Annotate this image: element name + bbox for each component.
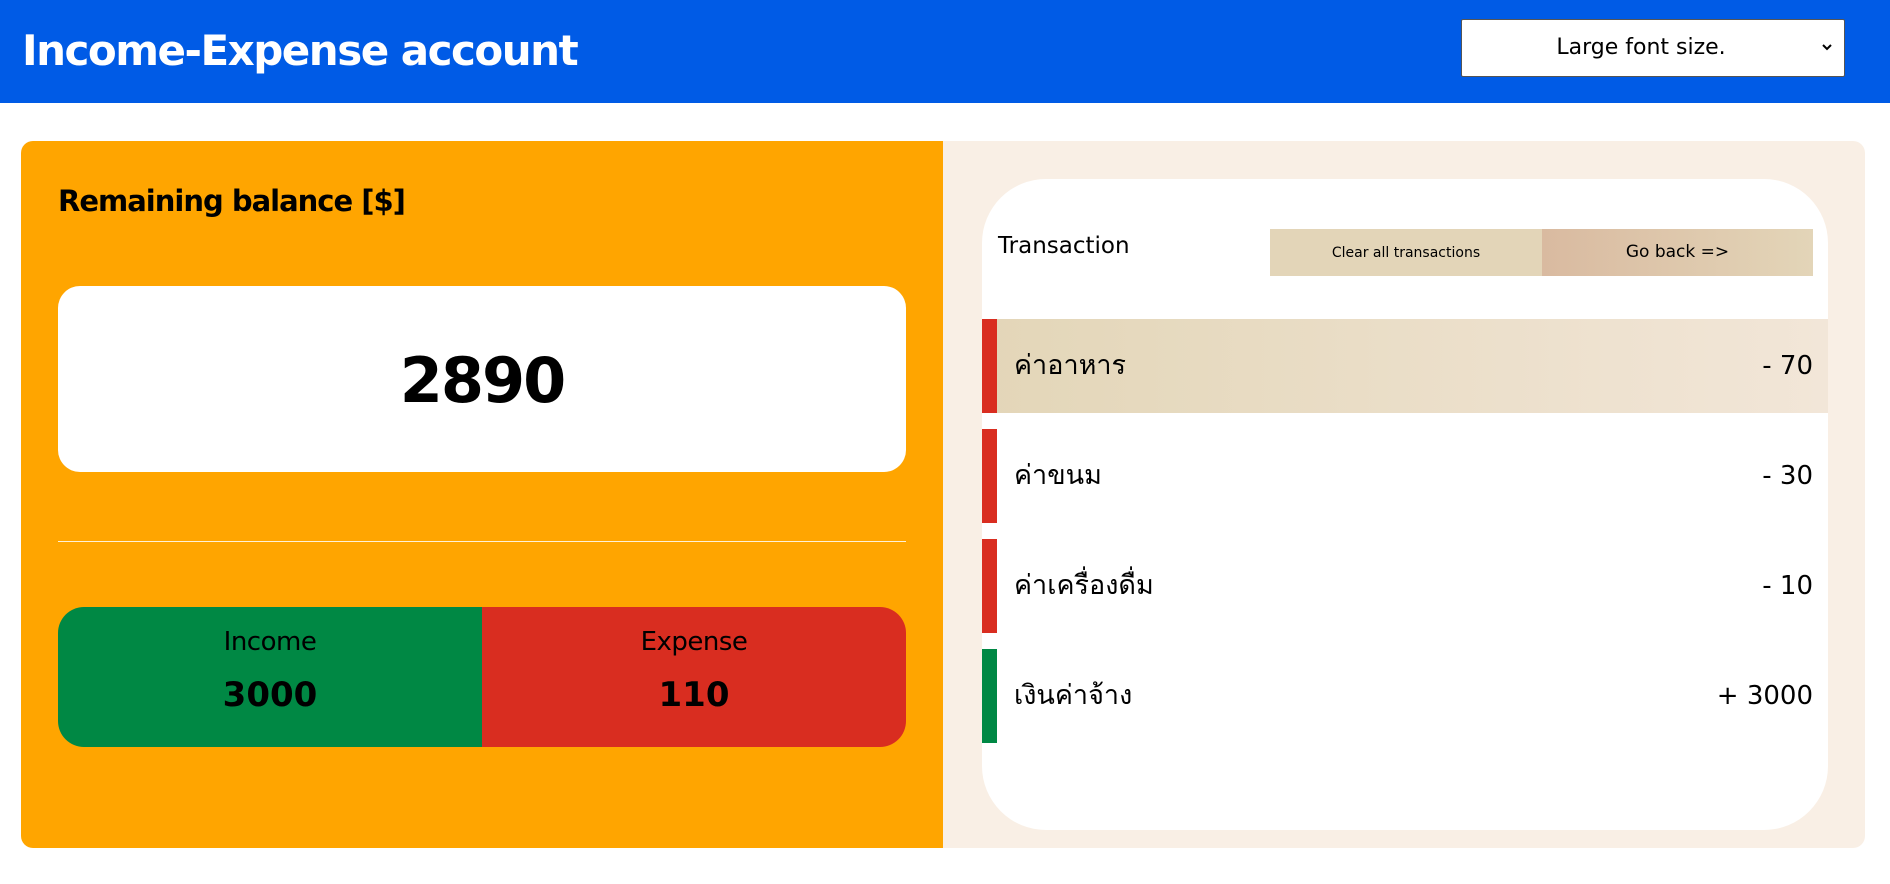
income-label: Income xyxy=(223,627,317,657)
expense-box: Expense 110 xyxy=(482,607,906,747)
income-box: Income 3000 xyxy=(58,607,482,747)
transaction-card: Transaction Clear all transactions Go ba… xyxy=(982,179,1828,830)
income-marker xyxy=(982,649,997,743)
expense-value: 110 xyxy=(658,675,730,715)
balance-box: 2890 xyxy=(58,286,906,472)
clear-all-button[interactable]: Clear all transactions xyxy=(1270,229,1542,276)
transaction-row[interactable]: ค่าเครื่องดื่ม - 10 xyxy=(982,539,1828,633)
transaction-title: Transaction xyxy=(998,233,1130,259)
transaction-amount: - 30 xyxy=(1762,461,1813,491)
income-expense-summary: Income 3000 Expense 110 xyxy=(58,607,906,747)
app-title: Income-Expense account xyxy=(22,26,579,75)
balance-value: 2890 xyxy=(399,344,567,417)
transaction-name: ค่าเครื่องดื่ม xyxy=(1014,570,1154,601)
font-size-select-value: Large font size. xyxy=(1556,35,1726,60)
transaction-row[interactable]: เงินค่าจ้าง + 3000 xyxy=(982,649,1828,743)
transaction-amount: - 10 xyxy=(1762,571,1813,601)
chevron-down-icon xyxy=(1822,44,1832,51)
income-value: 3000 xyxy=(222,675,318,715)
transaction-name: ค่าขนม xyxy=(1014,460,1102,491)
transaction-amount: + 3000 xyxy=(1716,681,1813,711)
expense-marker xyxy=(982,429,997,523)
expense-marker xyxy=(982,539,997,633)
transaction-name: เงินค่าจ้าง xyxy=(1014,680,1133,711)
expense-label: Expense xyxy=(640,627,748,657)
transaction-row[interactable]: ค่าอาหาร - 70 xyxy=(982,319,1828,413)
font-size-select[interactable]: Large font size. xyxy=(1461,19,1845,77)
transaction-row[interactable]: ค่าขนม - 30 xyxy=(982,429,1828,523)
transaction-name: ค่าอาหาร xyxy=(1014,350,1127,381)
balance-title: Remaining balance [$] xyxy=(58,184,406,218)
expense-marker xyxy=(982,319,997,413)
main-card: Remaining balance [$] 2890 Income 3000 E… xyxy=(21,141,1865,848)
divider xyxy=(58,541,906,542)
go-back-button[interactable]: Go back => xyxy=(1542,229,1813,276)
balance-panel: Remaining balance [$] 2890 Income 3000 E… xyxy=(21,141,943,848)
app-header: Income-Expense account Large font size. xyxy=(0,0,1890,103)
transaction-panel: Transaction Clear all transactions Go ba… xyxy=(943,141,1865,848)
transaction-amount: - 70 xyxy=(1762,351,1813,381)
